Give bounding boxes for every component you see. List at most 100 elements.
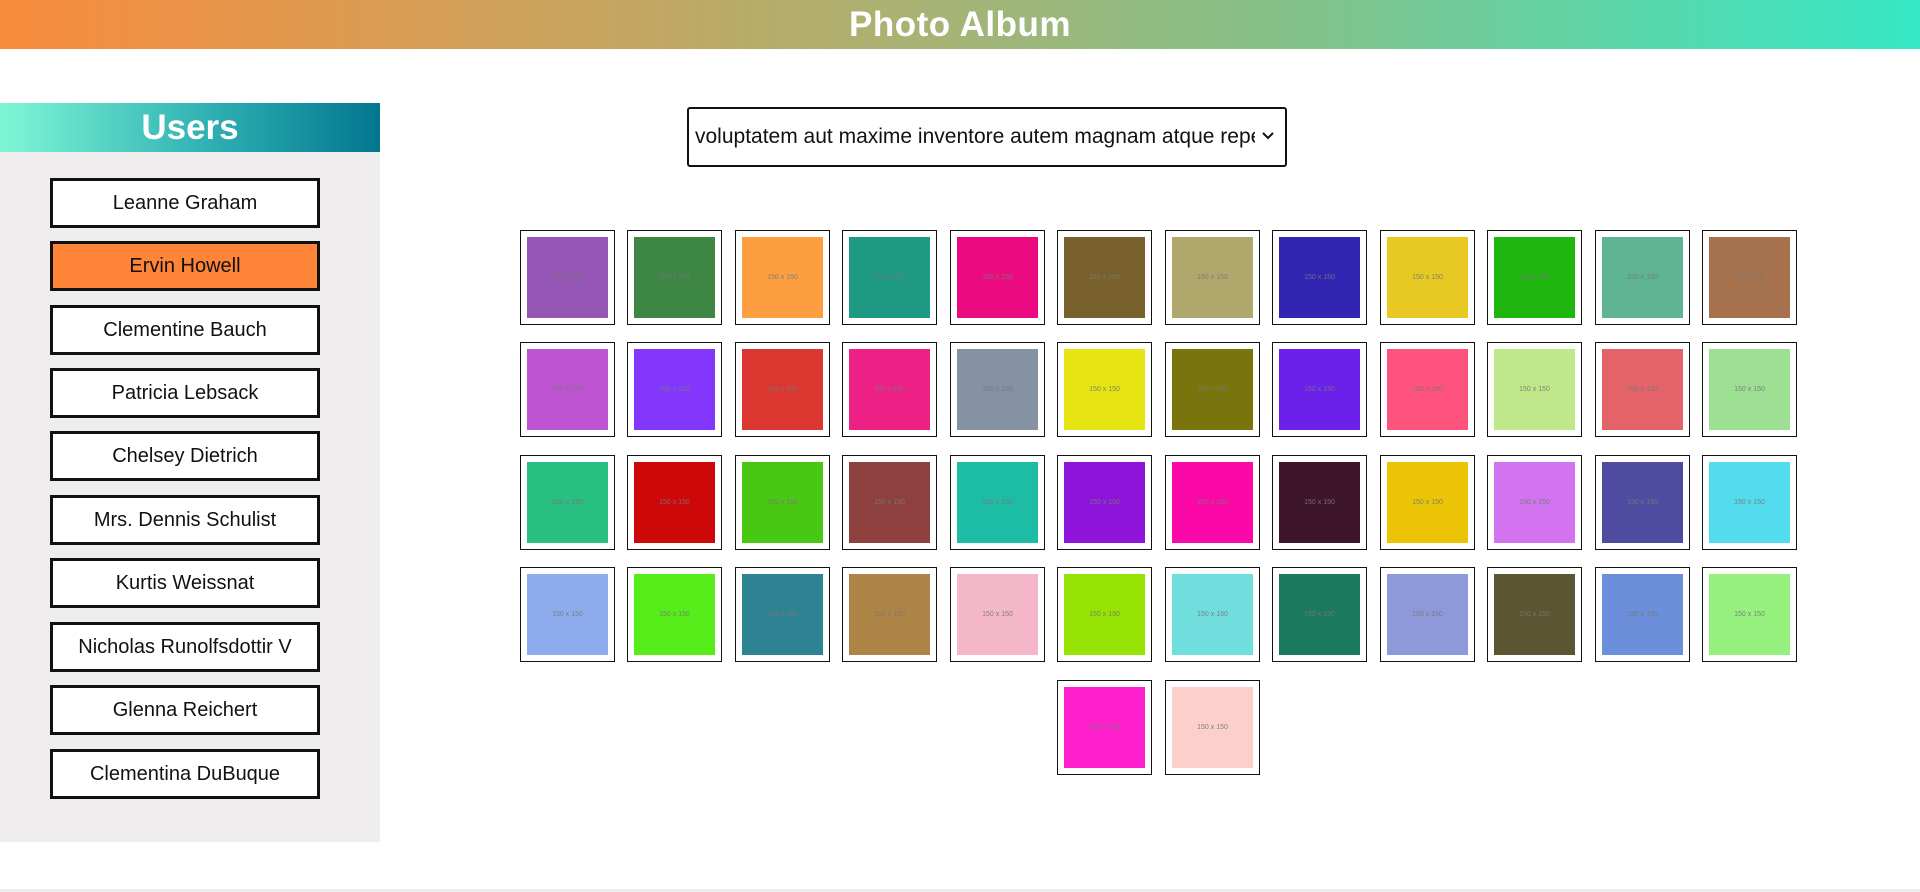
photo-thumbnail[interactable]: 150 x 150 xyxy=(1380,342,1475,437)
thumbnail-placeholder-label: 150 x 150 xyxy=(634,237,715,318)
thumbnail-placeholder-label: 150 x 150 xyxy=(1387,462,1468,543)
photo-thumbnail[interactable]: 150 x 150 xyxy=(735,230,830,325)
photo-thumbnail[interactable]: 150 x 150 xyxy=(1057,455,1152,550)
photo-thumbnail[interactable]: 150 x 150 xyxy=(1487,455,1582,550)
thumbnail-placeholder-label: 150 x 150 xyxy=(1279,574,1360,655)
photo-thumbnail[interactable]: 150 x 150 xyxy=(1165,230,1260,325)
thumbnail-placeholder-label: 150 x 150 xyxy=(1172,574,1253,655)
photo-thumbnail[interactable]: 150 x 150 xyxy=(1380,230,1475,325)
photo-thumbnail[interactable]: 150 x 150 xyxy=(627,567,722,662)
photo-thumbnail[interactable]: 150 x 150 xyxy=(627,230,722,325)
thumbnail-placeholder-label: 150 x 150 xyxy=(634,574,715,655)
photo-thumbnail[interactable]: 150 x 150 xyxy=(1272,342,1367,437)
photo-thumbnail[interactable]: 150 x 150 xyxy=(1595,455,1690,550)
thumbnail-placeholder-label: 150 x 150 xyxy=(1172,462,1253,543)
user-button[interactable]: Mrs. Dennis Schulist xyxy=(50,495,320,545)
thumbnail-placeholder-label: 150 x 150 xyxy=(634,349,715,430)
thumbnail-placeholder-label: 150 x 150 xyxy=(742,574,823,655)
photo-thumbnail[interactable]: 150 x 150 xyxy=(1165,455,1260,550)
photo-thumbnail[interactable]: 150 x 150 xyxy=(1487,567,1582,662)
photo-thumbnail[interactable]: 150 x 150 xyxy=(1487,342,1582,437)
thumbnail-placeholder-label: 150 x 150 xyxy=(1064,349,1145,430)
thumbnail-placeholder-label: 150 x 150 xyxy=(849,574,930,655)
thumbnail-placeholder-label: 150 x 150 xyxy=(1602,574,1683,655)
thumbnail-placeholder-label: 150 x 150 xyxy=(527,237,608,318)
thumbnail-placeholder-label: 150 x 150 xyxy=(634,462,715,543)
photo-thumbnail[interactable]: 150 x 150 xyxy=(950,230,1045,325)
thumbnail-placeholder-label: 150 x 150 xyxy=(742,237,823,318)
photo-thumbnail[interactable]: 150 x 150 xyxy=(1165,567,1260,662)
photo-thumbnail[interactable]: 150 x 150 xyxy=(1595,567,1690,662)
photo-thumbnail[interactable]: 150 x 150 xyxy=(1702,230,1797,325)
album-select[interactable]: voluptatem aut maxime inventore autem ma… xyxy=(687,107,1287,167)
photo-thumbnail[interactable]: 150 x 150 xyxy=(1595,342,1690,437)
thumbnail-placeholder-label: 150 x 150 xyxy=(1279,237,1360,318)
photo-thumbnail[interactable]: 150 x 150 xyxy=(1057,567,1152,662)
photo-thumbnail[interactable]: 150 x 150 xyxy=(1380,455,1475,550)
photo-thumbnail[interactable]: 150 x 150 xyxy=(950,567,1045,662)
user-button[interactable]: Clementina DuBuque xyxy=(50,749,320,799)
thumbnail-placeholder-label: 150 x 150 xyxy=(957,237,1038,318)
photo-thumbnail[interactable]: 150 x 150 xyxy=(735,342,830,437)
thumbnail-placeholder-label: 150 x 150 xyxy=(527,574,608,655)
photo-thumbnail[interactable]: 150 x 150 xyxy=(1702,455,1797,550)
thumbnail-placeholder-label: 150 x 150 xyxy=(1172,349,1253,430)
thumbnail-placeholder-label: 150 x 150 xyxy=(1494,462,1575,543)
photo-thumbnail[interactable]: 150 x 150 xyxy=(1165,342,1260,437)
photo-thumbnail[interactable]: 150 x 150 xyxy=(520,567,615,662)
photo-thumbnail[interactable]: 150 x 150 xyxy=(1272,230,1367,325)
user-button[interactable]: Nicholas Runolfsdottir V xyxy=(50,622,320,672)
thumbnail-placeholder-label: 150 x 150 xyxy=(1064,237,1145,318)
photo-thumbnail[interactable]: 150 x 150 xyxy=(842,230,937,325)
photo-thumbnail[interactable]: 150 x 150 xyxy=(1165,680,1260,775)
photo-thumbnail[interactable]: 150 x 150 xyxy=(1057,680,1152,775)
user-button[interactable]: Leanne Graham xyxy=(50,178,320,228)
thumbnail-placeholder-label: 150 x 150 xyxy=(1494,237,1575,318)
photo-thumbnail[interactable]: 150 x 150 xyxy=(520,455,615,550)
user-button[interactable]: Chelsey Dietrich xyxy=(50,431,320,481)
user-button[interactable]: Glenna Reichert xyxy=(50,685,320,735)
users-sidebar: Users Leanne Graham Ervin Howell Clementin… xyxy=(0,103,380,842)
photo-thumbnail[interactable]: 150 x 150 xyxy=(1057,342,1152,437)
photo-thumbnail[interactable]: 150 x 150 xyxy=(1057,230,1152,325)
thumbnail-placeholder-label: 150 x 150 xyxy=(849,349,930,430)
thumbnail-placeholder-label: 150 x 150 xyxy=(1709,574,1790,655)
user-button[interactable]: Kurtis Weissnat xyxy=(50,558,320,608)
thumbnail-placeholder-label: 150 x 150 xyxy=(527,349,608,430)
photo-thumbnail[interactable]: 150 x 150 xyxy=(1272,567,1367,662)
photo-thumbnail[interactable]: 150 x 150 xyxy=(1702,342,1797,437)
thumbnail-placeholder-label: 150 x 150 xyxy=(957,349,1038,430)
thumbnail-placeholder-label: 150 x 150 xyxy=(1387,349,1468,430)
thumbnail-placeholder-label: 150 x 150 xyxy=(1494,349,1575,430)
thumbnail-placeholder-label: 150 x 150 xyxy=(1387,237,1468,318)
thumbnail-placeholder-label: 150 x 150 xyxy=(1709,237,1790,318)
user-button[interactable]: Ervin Howell xyxy=(50,241,320,291)
photo-thumbnail[interactable]: 150 x 150 xyxy=(1272,455,1367,550)
photo-thumbnail[interactable]: 150 x 150 xyxy=(842,455,937,550)
photo-thumbnail[interactable]: 150 x 150 xyxy=(842,342,937,437)
photo-thumbnail[interactable]: 150 x 150 xyxy=(627,342,722,437)
sidebar-title: Users xyxy=(141,107,239,147)
page-title: Photo Album xyxy=(849,4,1071,44)
thumbnail-placeholder-label: 150 x 150 xyxy=(849,462,930,543)
photo-thumbnail[interactable]: 150 x 150 xyxy=(1595,230,1690,325)
photo-thumbnail[interactable]: 150 x 150 xyxy=(627,455,722,550)
thumbnail-placeholder-label: 150 x 150 xyxy=(742,349,823,430)
photo-thumbnail[interactable]: 150 x 150 xyxy=(1380,567,1475,662)
photo-thumbnail[interactable]: 150 x 150 xyxy=(735,455,830,550)
photo-thumbnail[interactable]: 150 x 150 xyxy=(1702,567,1797,662)
user-button[interactable]: Patricia Lebsack xyxy=(50,368,320,418)
photo-thumbnail[interactable]: 150 x 150 xyxy=(842,567,937,662)
photo-thumbnail[interactable]: 150 x 150 xyxy=(950,455,1045,550)
thumbnail-placeholder-label: 150 x 150 xyxy=(1387,574,1468,655)
chevron-down-icon xyxy=(1262,132,1274,140)
user-button[interactable]: Clementine Bauch xyxy=(50,305,320,355)
photo-thumbnail[interactable]: 150 x 150 xyxy=(735,567,830,662)
thumbnail-placeholder-label: 150 x 150 xyxy=(1064,462,1145,543)
thumbnail-placeholder-label: 150 x 150 xyxy=(1494,574,1575,655)
photo-thumbnail[interactable]: 150 x 150 xyxy=(520,230,615,325)
thumbnail-placeholder-label: 150 x 150 xyxy=(1064,687,1145,768)
photo-thumbnail[interactable]: 150 x 150 xyxy=(950,342,1045,437)
photo-thumbnail[interactable]: 150 x 150 xyxy=(1487,230,1582,325)
photo-thumbnail[interactable]: 150 x 150 xyxy=(520,342,615,437)
